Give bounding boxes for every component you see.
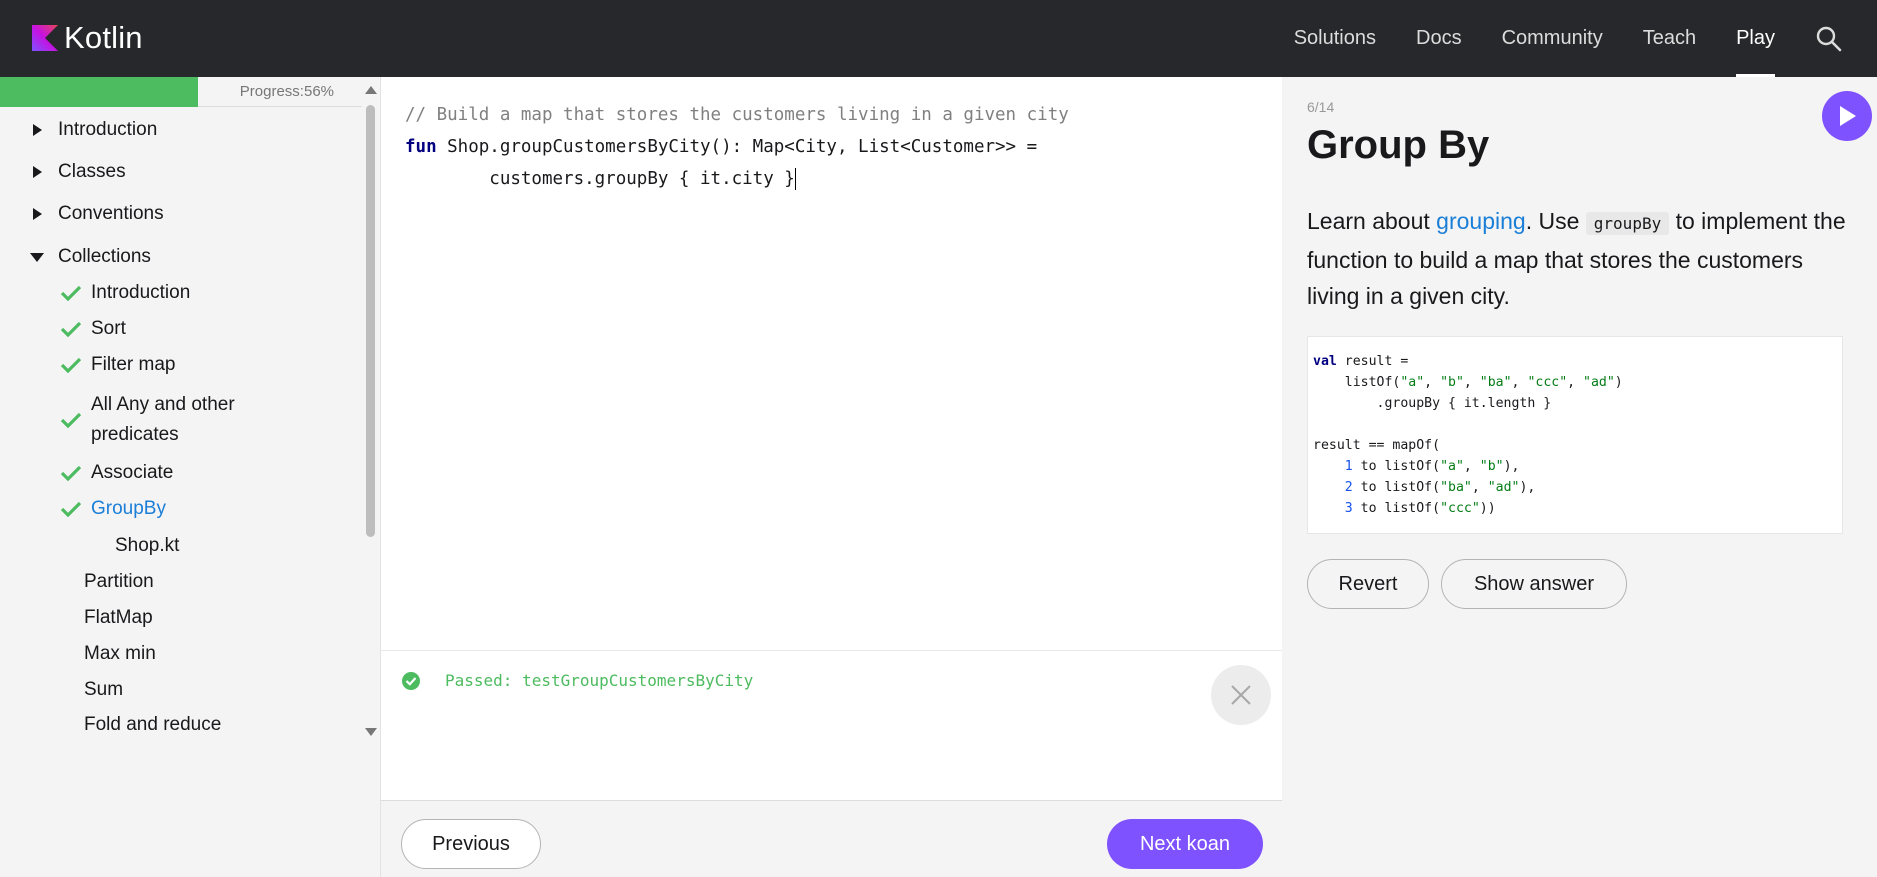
tree-item-label: Introduction: [58, 119, 158, 140]
code-keyword-fun: fun: [405, 137, 437, 157]
tree-item-sort[interactable]: Sort: [60, 318, 126, 340]
scrollbar-thumb[interactable]: [366, 105, 375, 537]
text-cursor: [794, 168, 796, 190]
tree-item-label: Collections: [58, 246, 151, 267]
checkmark-icon: [60, 501, 82, 518]
sidebar-scrollbar[interactable]: [362, 77, 380, 747]
grouping-link[interactable]: grouping: [1436, 208, 1526, 234]
triangle-right-icon: [33, 208, 42, 220]
next-koan-button[interactable]: Next koan: [1107, 819, 1263, 869]
tree-item-flatmap[interactable]: FlatMap: [84, 607, 153, 629]
code-body: customers.groupBy { it.city }: [405, 169, 795, 189]
tree-item-label-line2: predicates: [91, 424, 179, 445]
test-results-console: Passed: testGroupCustomersByCity: [380, 650, 1282, 800]
tree-section-classes[interactable]: Classes: [30, 161, 126, 183]
triangle-down-icon: [30, 253, 44, 262]
tree-section-conventions[interactable]: Conventions: [30, 203, 164, 225]
koan-counter: 6/14: [1307, 99, 1335, 115]
nav-docs[interactable]: Docs: [1416, 0, 1462, 77]
kotlin-logo[interactable]: Kotlin: [32, 20, 143, 56]
tree-item-filter-map[interactable]: Filter map: [60, 354, 175, 376]
nav-play[interactable]: Play: [1736, 0, 1775, 77]
tree-section-collections[interactable]: Collections: [30, 246, 151, 268]
tree-item-label: Classes: [58, 161, 126, 182]
checkmark-icon: [60, 285, 82, 302]
tree-item-label: GroupBy: [91, 498, 166, 519]
tree-item-label: Conventions: [58, 203, 164, 224]
desc-text: . Use: [1525, 208, 1586, 234]
tree-item-partition[interactable]: Partition: [84, 571, 154, 593]
koan-description: Learn about grouping. Use groupBy to imp…: [1307, 203, 1847, 314]
code-comment: // Build a map that stores the customers…: [405, 105, 1069, 125]
previous-button[interactable]: Previous: [401, 819, 541, 869]
close-icon: [1231, 685, 1251, 705]
inline-code: groupBy: [1585, 212, 1670, 235]
scroll-up-arrow-icon[interactable]: [365, 85, 377, 95]
code-editor[interactable]: // Build a map that stores the customers…: [380, 77, 1282, 650]
revert-button[interactable]: Revert: [1307, 559, 1429, 609]
task-description-panel: 6/14 Group By Learn about grouping. Use …: [1282, 77, 1877, 877]
tree-item-shop-kt[interactable]: Shop.kt: [115, 535, 179, 557]
koans-tree: Introduction Classes Conventions Collect…: [0, 107, 362, 747]
tree-item-label: Partition: [84, 571, 154, 592]
tree-item-label: Associate: [91, 462, 174, 483]
tree-item-max-min[interactable]: Max min: [84, 643, 156, 665]
tree-item-label: Sort: [91, 318, 126, 339]
checkmark-icon: [60, 321, 82, 338]
tree-item-label: FlatMap: [84, 607, 153, 628]
checkmark-icon: [60, 357, 82, 374]
progress-fill: [0, 77, 198, 107]
checkmark-icon: [60, 412, 82, 429]
koans-sidebar: Progress:56% Introduction Classes Conven…: [0, 77, 380, 877]
tree-item-label-group: All Any and other predicates: [91, 390, 235, 450]
nav-solutions[interactable]: Solutions: [1294, 0, 1376, 77]
code-signature: Shop.groupCustomersByCity(): Map<City, L…: [436, 137, 1038, 157]
tree-item-label: Shop.kt: [115, 535, 180, 556]
tree-item-label: Sum: [84, 679, 124, 700]
search-icon[interactable]: [1815, 25, 1843, 53]
koan-title: Group By: [1307, 123, 1490, 167]
progress-label: Progress:56%: [239, 83, 334, 100]
tree-item-sum[interactable]: Sum: [84, 679, 123, 701]
nav-community[interactable]: Community: [1502, 0, 1603, 77]
close-console-button[interactable]: [1211, 665, 1271, 725]
tree-item-groupby[interactable]: GroupBy: [60, 498, 166, 520]
progress-bar: Progress:56%: [0, 77, 362, 107]
tree-item-associate[interactable]: Associate: [60, 462, 173, 484]
tree-item-label: Introduction: [91, 282, 191, 303]
logo-text: Kotlin: [64, 20, 143, 55]
checkmark-icon: [60, 465, 82, 482]
tree-item-fold-reduce[interactable]: Fold and reduce: [84, 714, 221, 736]
kotlin-logo-icon: [32, 25, 58, 51]
code-content[interactable]: // Build a map that stores the customers…: [405, 99, 1069, 195]
triangle-right-icon: [33, 124, 42, 136]
check-circle-icon: [402, 672, 420, 690]
tree-section-introduction[interactable]: Introduction: [30, 119, 157, 141]
code-example: val result = listOf("a", "b", "ba", "ccc…: [1307, 336, 1843, 534]
tree-item-label: Filter map: [91, 354, 176, 375]
run-button[interactable]: [1822, 91, 1872, 141]
play-icon: [1840, 106, 1856, 126]
tree-item-all-any[interactable]: All Any and other predicates: [60, 390, 235, 450]
tree-item-label: Max min: [84, 643, 156, 664]
nav-teach[interactable]: Teach: [1643, 0, 1696, 77]
show-answer-button[interactable]: Show answer: [1441, 559, 1627, 609]
desc-text: Learn about: [1307, 208, 1437, 234]
tree-item-collections-introduction[interactable]: Introduction: [60, 282, 190, 304]
main-nav: Solutions Docs Community Teach Play: [1274, 0, 1877, 77]
tree-item-label: Fold and reduce: [84, 714, 222, 735]
tree-item-label: All Any and other: [91, 394, 235, 415]
koan-navigation: Previous Next koan: [380, 800, 1282, 877]
top-navigation-bar: Kotlin Solutions Docs Community Teach Pl…: [0, 0, 1877, 77]
scroll-down-arrow-icon[interactable]: [365, 727, 377, 737]
triangle-right-icon: [33, 166, 42, 178]
test-result-text: Passed: testGroupCustomersByCity: [445, 671, 754, 690]
